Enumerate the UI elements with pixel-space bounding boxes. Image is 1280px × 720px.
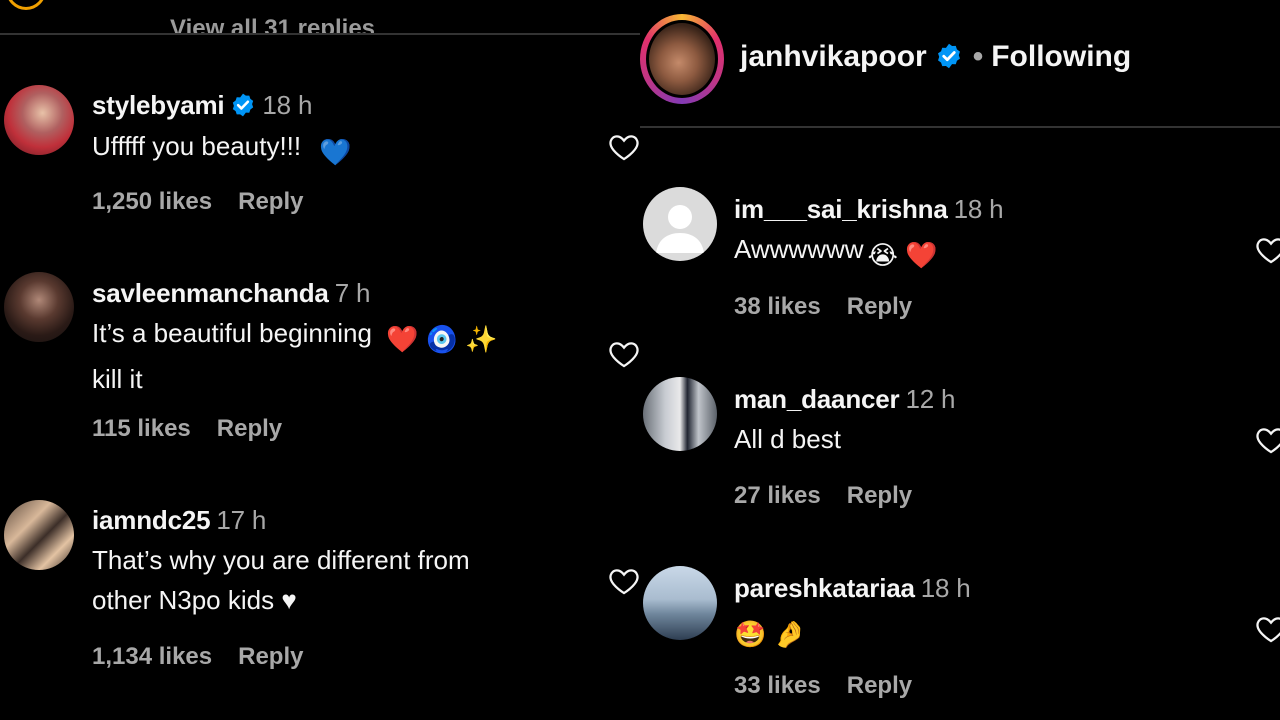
left-comments-panel: View all 31 replies stylebyami 18 h Uffff… xyxy=(0,0,640,720)
avatar[interactable] xyxy=(4,272,74,342)
likes-count[interactable]: 38 likes xyxy=(734,293,821,320)
comment-username[interactable]: pareshkatariaa xyxy=(734,573,915,603)
reply-button[interactable]: Reply xyxy=(847,482,912,509)
comment-text-line2: other N3po kids ♥ xyxy=(92,585,297,615)
comment-username[interactable]: stylebyami xyxy=(92,90,225,120)
comment-username[interactable]: man_daancer xyxy=(734,384,900,414)
emoji-group: 🤩 🤌 xyxy=(734,619,806,649)
reply-button[interactable]: Reply xyxy=(238,188,303,215)
avatar-ring xyxy=(6,0,46,10)
avatar[interactable] xyxy=(643,377,717,451)
heart-icon[interactable] xyxy=(1254,233,1280,267)
comment-username[interactable]: savleenmanchanda xyxy=(92,278,329,308)
comment-username[interactable]: iamndc25 xyxy=(92,505,211,535)
post-header: janhvikapoor • Following xyxy=(740,40,1131,74)
avatar[interactable] xyxy=(643,566,717,640)
likes-count[interactable]: 1,134 likes xyxy=(92,643,212,670)
blue-heart-emoji: 💙 xyxy=(319,137,352,167)
verified-badge-icon xyxy=(937,43,960,69)
likes-count[interactable]: 115 likes xyxy=(92,415,191,442)
comment-time: 18 h xyxy=(920,573,971,603)
comment-text-line1: It’s a beautiful beginning xyxy=(92,318,372,348)
verified-badge-icon xyxy=(233,93,254,117)
heart-icon[interactable] xyxy=(1254,423,1280,457)
reply-button[interactable]: Reply xyxy=(238,643,303,670)
separator-dot: • xyxy=(972,40,984,73)
comment-text: Ufffff you beauty!!! xyxy=(92,131,302,161)
default-avatar-icon xyxy=(656,205,704,253)
heart-icon[interactable] xyxy=(1254,612,1280,646)
likes-count[interactable]: 27 likes xyxy=(734,482,821,509)
reply-button[interactable]: Reply xyxy=(847,672,912,699)
likes-count[interactable]: 33 likes xyxy=(734,672,821,699)
avatar[interactable] xyxy=(4,85,74,155)
comment-time: 12 h xyxy=(905,384,956,414)
comment-time: 17 h xyxy=(216,505,267,535)
comment-text: All d best xyxy=(734,424,841,454)
reply-button[interactable]: Reply xyxy=(847,293,912,320)
header-avatar[interactable] xyxy=(646,20,718,98)
emoji-group: ❤️ 🧿 ✨ xyxy=(385,324,498,354)
comment-text: Awwwwww xyxy=(734,234,864,264)
comment-time: 18 h xyxy=(953,194,1004,224)
heart-icon[interactable] xyxy=(607,337,640,371)
default-avatar[interactable] xyxy=(643,187,717,261)
likes-count[interactable]: 1,250 likes xyxy=(92,188,212,215)
following-button[interactable]: Following xyxy=(991,40,1131,73)
divider xyxy=(640,126,1280,128)
view-replies-link[interactable]: View all 31 replies xyxy=(170,14,375,34)
emoji-group: 😭 ❤️ xyxy=(867,240,938,270)
comment-text-line2: kill it xyxy=(92,364,143,394)
divider xyxy=(0,33,640,35)
header-username[interactable]: janhvikapoor xyxy=(740,40,927,73)
heart-icon[interactable] xyxy=(607,130,640,164)
comment-time: 7 h xyxy=(334,278,371,308)
comment-text-line1: That’s why you are different from xyxy=(92,545,470,575)
heart-icon[interactable] xyxy=(607,564,640,598)
avatar[interactable] xyxy=(4,500,74,570)
comment-username[interactable]: im___sai_krishna xyxy=(734,194,948,224)
right-post-panel: janhvikapoor • Following im___sai_krishna 1… xyxy=(640,0,1280,720)
reply-button[interactable]: Reply xyxy=(217,415,282,442)
comment-time: 18 h xyxy=(262,90,313,120)
